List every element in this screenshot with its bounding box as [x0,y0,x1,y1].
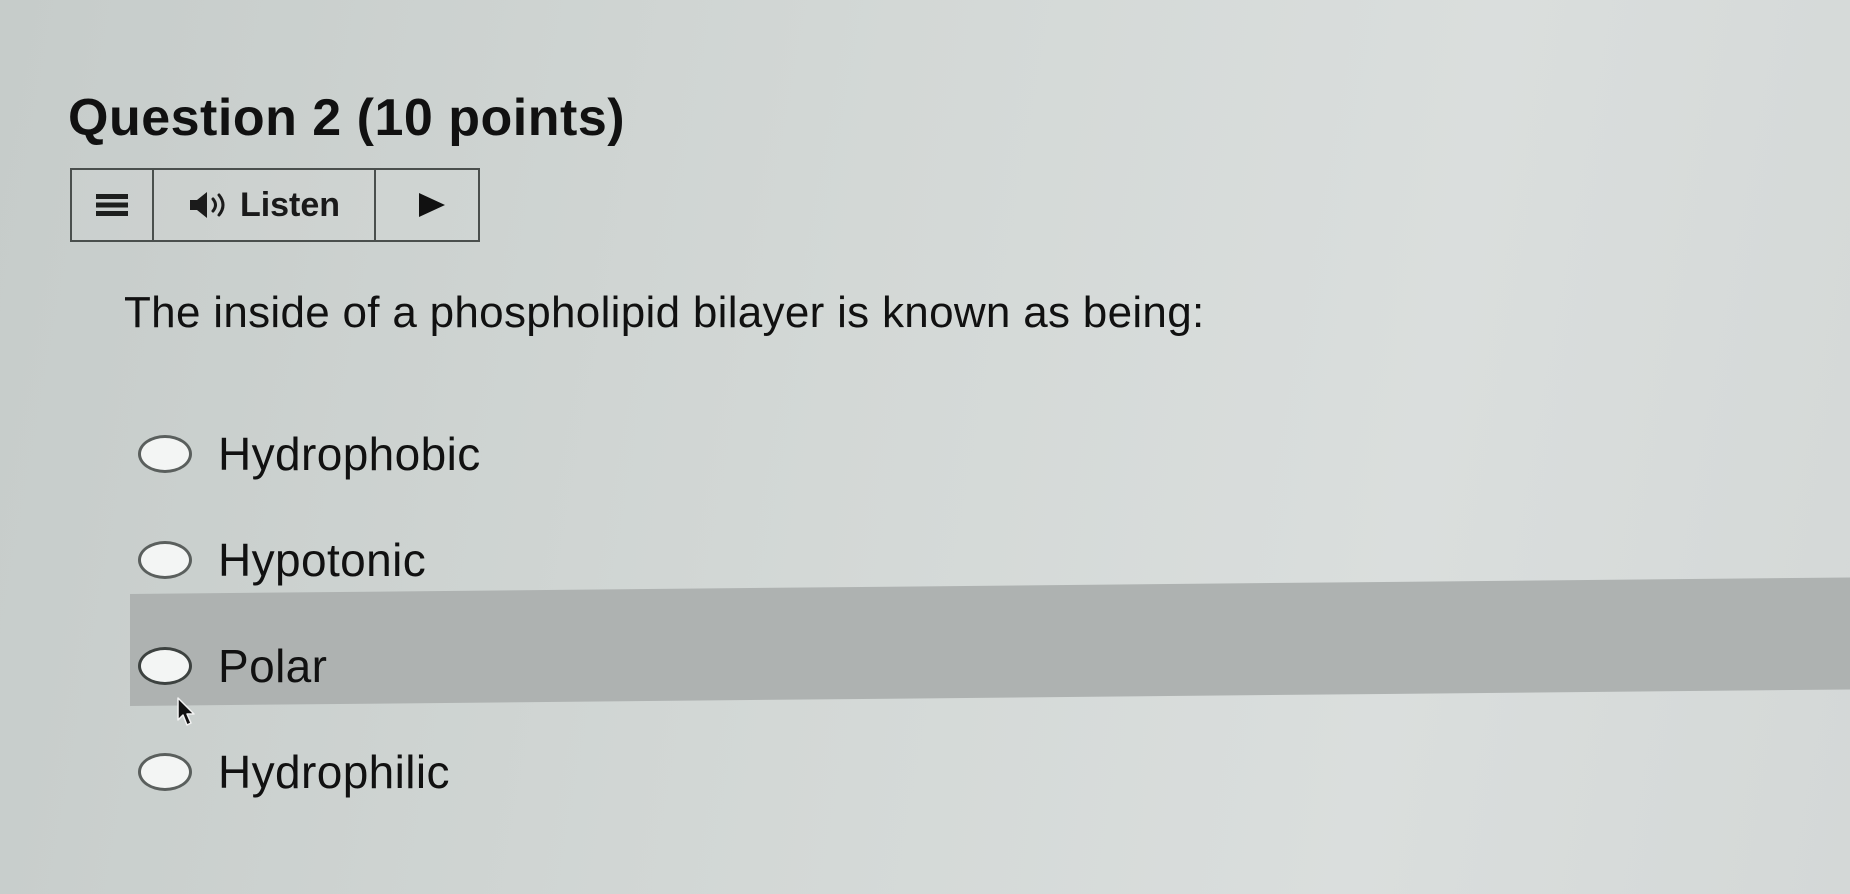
radio-button[interactable] [138,753,192,791]
answer-option-polar[interactable]: Polar [138,631,327,701]
option-label: Hydrophilic [218,746,450,798]
answer-options: Hydrophobic Hypotonic Polar Hydrophilic [0,0,1850,894]
answer-option-hydrophilic[interactable]: Hydrophilic [138,737,450,807]
option-label: Hypotonic [218,534,427,586]
answer-option-hydrophobic[interactable]: Hydrophobic [138,419,481,489]
option-label: Hydrophobic [218,428,481,480]
radio-button[interactable] [138,435,192,473]
answer-option-hypotonic[interactable]: Hypotonic [138,525,426,595]
option-label: Polar [218,640,328,692]
radio-button[interactable] [138,647,192,685]
radio-button[interactable] [138,541,192,579]
option-hover-highlight [130,577,1850,706]
